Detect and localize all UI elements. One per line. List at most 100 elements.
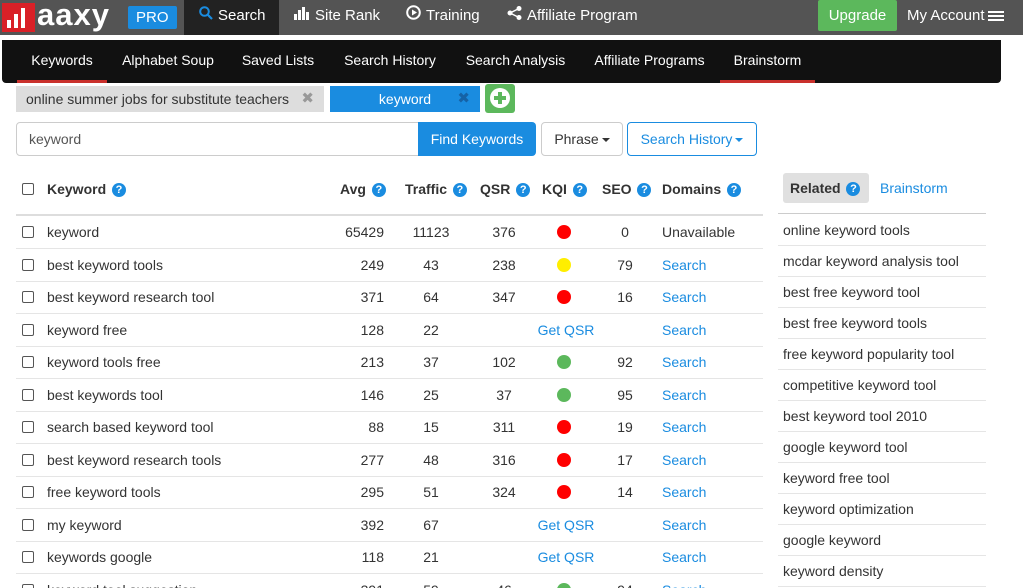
col-header-traffic[interactable]: Traffic ? xyxy=(405,181,467,197)
traffic-cell: 11123 xyxy=(412,224,450,240)
row-checkbox[interactable] xyxy=(22,323,34,336)
row-checkbox[interactable] xyxy=(22,421,34,433)
bar-chart-icon xyxy=(294,0,310,32)
row-checkbox[interactable] xyxy=(22,551,34,563)
kqi-red-dot xyxy=(557,225,571,239)
search-tab-2[interactable]: keyword ✖ xyxy=(330,86,480,112)
help-icon[interactable]: ? xyxy=(637,183,652,197)
related-keyword-item[interactable]: keyword free tool xyxy=(778,463,986,494)
domains-search-link[interactable]: Search xyxy=(662,346,706,378)
search-tab-1[interactable]: online summer jobs for substitute teache… xyxy=(16,86,324,112)
related-keyword-item[interactable]: keyword optimization xyxy=(778,494,986,525)
search-history-label: Search History xyxy=(640,131,733,147)
search-input[interactable] xyxy=(16,122,419,156)
seo-cell: 14 xyxy=(617,484,633,500)
help-icon[interactable]: ? xyxy=(846,182,861,196)
close-icon[interactable]: ✖ xyxy=(457,86,470,112)
traffic-cell: 64 xyxy=(423,289,439,305)
get-qsr-link[interactable]: Get QSR xyxy=(532,541,600,573)
help-icon[interactable]: ? xyxy=(112,183,127,197)
row-checkbox[interactable] xyxy=(22,486,34,498)
col-header-kqi[interactable]: KQI ? xyxy=(542,181,587,197)
col-header-keyword[interactable]: Keyword ? xyxy=(47,181,127,197)
row-checkbox[interactable] xyxy=(22,388,34,401)
avg-cell: 118 xyxy=(361,549,384,565)
col-header-avg[interactable]: Avg ? xyxy=(340,181,386,197)
phrase-dropdown[interactable]: Phrase xyxy=(541,122,623,156)
col-header-seo[interactable]: SEO ? xyxy=(602,181,652,197)
related-keyword-item[interactable]: google keyword tool xyxy=(778,432,986,463)
domains-search-link[interactable]: Search xyxy=(662,314,706,346)
subnav-keywords[interactable]: Keywords xyxy=(17,40,107,83)
related-keyword-item[interactable]: competitive keyword tool xyxy=(778,370,986,401)
related-keyword-item[interactable]: free keyword popularity tool xyxy=(778,339,986,370)
table-row: best keyword research tools 277 48 316 17 Sea… xyxy=(16,444,763,477)
row-checkbox[interactable] xyxy=(22,453,34,466)
keyword-cell: free keyword tools xyxy=(47,484,161,500)
domains-search-link[interactable]: Search xyxy=(662,249,706,281)
add-tab-button[interactable] xyxy=(485,84,515,113)
help-icon[interactable]: ? xyxy=(452,183,467,197)
get-qsr-link[interactable]: Get QSR xyxy=(532,509,600,541)
help-icon[interactable]: ? xyxy=(516,183,531,197)
traffic-cell: 43 xyxy=(423,256,439,273)
domains-search-link[interactable]: Search xyxy=(662,379,706,411)
subnav-brainstorm[interactable]: Brainstorm xyxy=(720,40,815,83)
domains-search-link[interactable]: Search xyxy=(662,444,706,476)
nav-site-rank-label: Site Rank xyxy=(315,7,381,24)
traffic-cell: 22 xyxy=(423,321,439,338)
related-keyword-item[interactable]: online keyword tools xyxy=(778,215,986,246)
kqi-red-dot xyxy=(557,290,571,304)
caret-down-icon xyxy=(735,138,744,143)
avg-cell: 249 xyxy=(360,256,384,273)
tab-related[interactable]: Related ? xyxy=(783,173,869,203)
related-keyword-item[interactable]: keyword density xyxy=(778,556,986,587)
domains-search-link[interactable]: Search xyxy=(662,574,706,588)
nav-training[interactable]: Training xyxy=(406,0,480,35)
domains-search-link[interactable]: Search xyxy=(662,509,706,541)
help-icon[interactable]: ? xyxy=(727,183,742,197)
subnav-saved-lists[interactable]: Saved Lists xyxy=(238,40,318,83)
help-icon[interactable]: ? xyxy=(371,183,386,197)
subnav-search-analysis[interactable]: Search Analysis xyxy=(462,40,569,83)
table-row: best keywords tool 146 25 37 95 Search xyxy=(16,379,763,412)
related-keyword-item[interactable]: best keyword tool 2010 xyxy=(778,401,986,432)
domains-search-link[interactable]: Search xyxy=(662,281,706,313)
row-checkbox[interactable] xyxy=(22,226,34,238)
upgrade-button[interactable]: Upgrade xyxy=(818,0,897,31)
related-keyword-item[interactable]: mcdar keyword analysis tool xyxy=(778,246,986,277)
subnav-affiliate-programs[interactable]: Affiliate Programs xyxy=(591,40,708,83)
tab-brainstorm[interactable]: Brainstorm xyxy=(880,173,948,203)
nav-search[interactable]: Search xyxy=(184,0,279,35)
domains-search-link[interactable]: Search xyxy=(662,411,706,443)
domains-search-link[interactable]: Search xyxy=(662,476,706,508)
logo[interactable]: aaxy xyxy=(0,0,120,35)
qsr-cell: 46 xyxy=(479,574,529,588)
keyword-cell: best keyword research tool xyxy=(47,289,215,305)
related-keyword-item[interactable]: best free keyword tools xyxy=(778,308,986,339)
col-header-domains[interactable]: Domains ? xyxy=(662,181,742,197)
row-checkbox[interactable] xyxy=(22,258,34,271)
qsr-cell: 238 xyxy=(492,256,516,273)
help-icon[interactable]: ? xyxy=(572,183,587,197)
avg-cell: 371 xyxy=(360,289,384,305)
domains-search-link[interactable]: Search xyxy=(662,541,706,573)
select-all-checkbox[interactable] xyxy=(22,183,34,195)
close-icon[interactable]: ✖ xyxy=(301,86,314,112)
subnav-alphabet-soup[interactable]: Alphabet Soup xyxy=(120,40,216,83)
row-checkbox[interactable] xyxy=(22,356,34,368)
find-keywords-button[interactable]: Find Keywords xyxy=(418,122,536,156)
traffic-cell: 51 xyxy=(423,484,439,500)
my-account-menu[interactable]: My Account xyxy=(907,0,1004,31)
related-keyword-item[interactable]: best free keyword tool xyxy=(778,277,986,308)
nav-affiliate-program[interactable]: Affiliate Program xyxy=(507,0,638,35)
search-history-dropdown[interactable]: Search History xyxy=(627,122,757,156)
row-checkbox[interactable] xyxy=(22,291,34,303)
subnav-search-history[interactable]: Search History xyxy=(340,40,440,83)
col-header-qsr[interactable]: QSR ? xyxy=(480,181,531,197)
get-qsr-link[interactable]: Get QSR xyxy=(532,314,600,346)
related-keyword-item[interactable]: google keyword xyxy=(778,525,986,556)
nav-site-rank[interactable]: Site Rank xyxy=(294,0,380,35)
row-checkbox[interactable] xyxy=(22,518,34,531)
row-checkbox[interactable] xyxy=(22,583,34,588)
